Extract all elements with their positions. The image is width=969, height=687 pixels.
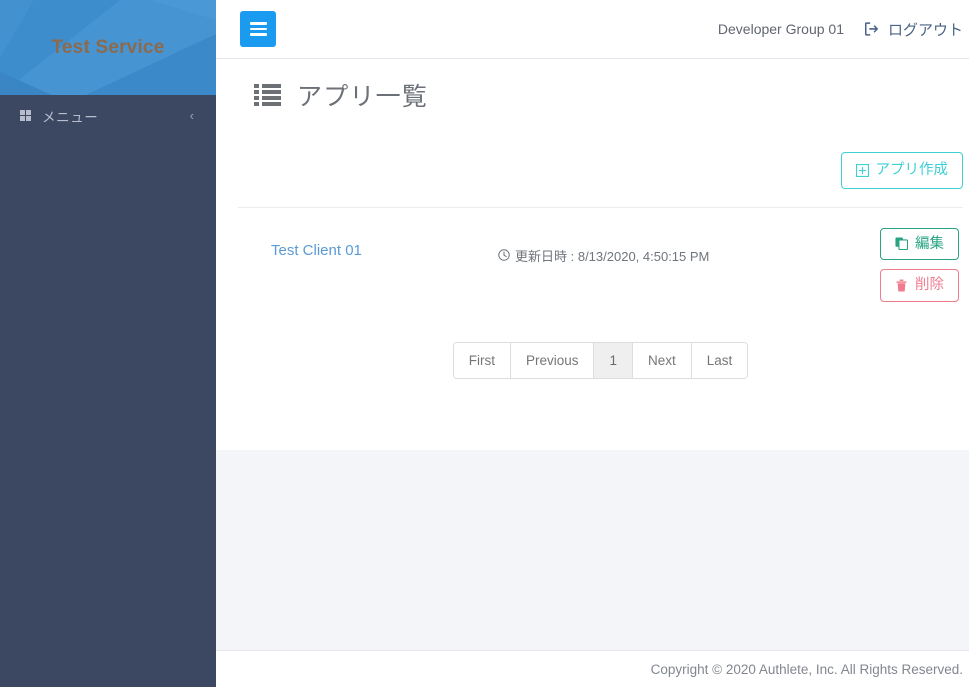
clock-icon <box>498 249 510 261</box>
card-inner: アプリ作成 Test Client 01 更新日時 : 8/13/202 <box>216 130 969 407</box>
plus-square-icon <box>856 164 869 177</box>
copyright-text: Copyright © 2020 Authlete, Inc. All Righ… <box>651 662 963 677</box>
trash-icon <box>895 279 908 292</box>
pagination-current-page[interactable]: 1 <box>594 343 633 379</box>
client-updated-at-label: 更新日時 : 8/13/2020, 4:50:15 PM <box>515 246 709 265</box>
sidebar-menu-header[interactable]: メニュー ‹ <box>0 95 216 136</box>
grid-icon <box>20 110 31 121</box>
edit-button[interactable]: 編集 <box>880 228 959 261</box>
sidebar: Test Service メニュー ‹ <box>0 0 216 687</box>
logout-button[interactable]: ログアウト <box>864 19 963 40</box>
hamburger-icon-bar <box>250 22 267 25</box>
pagination: First Previous 1 Next Last <box>453 342 749 380</box>
navbar-right-group: Developer Group 01 ログアウト <box>718 19 969 40</box>
developer-group-name: Developer Group 01 <box>718 21 844 37</box>
pagination-first[interactable]: First <box>454 343 511 379</box>
toolbar: アプリ作成 <box>238 130 963 207</box>
hamburger-icon-bar <box>250 33 267 36</box>
client-name-link[interactable]: Test Client 01 <box>238 242 484 259</box>
pagination-previous[interactable]: Previous <box>511 343 595 379</box>
footer: Copyright © 2020 Authlete, Inc. All Righ… <box>216 650 969 687</box>
main-area: Developer Group 01 ログアウト <box>216 0 969 687</box>
top-navbar: Developer Group 01 ログアウト <box>216 0 969 59</box>
pagination-next[interactable]: Next <box>633 343 692 379</box>
edit-label: 編集 <box>915 237 944 252</box>
logout-label: ログアウト <box>888 19 963 40</box>
chevron-left-icon[interactable]: ‹ <box>190 109 194 122</box>
content-card: アプリ作成 Test Client 01 更新日時 : 8/13/202 <box>216 130 969 450</box>
brand-title: Test Service <box>52 37 165 59</box>
delete-button[interactable]: 削除 <box>880 269 959 302</box>
delete-label: 削除 <box>915 278 944 293</box>
page-header: アプリ一覧 <box>216 59 969 130</box>
create-app-button[interactable]: アプリ作成 <box>841 152 964 189</box>
copy-icon <box>895 237 908 250</box>
create-app-label: アプリ作成 <box>876 163 949 178</box>
pagination-last[interactable]: Last <box>692 343 748 379</box>
hamburger-icon-bar <box>250 28 267 31</box>
sidebar-menu-label: メニュー <box>42 106 190 126</box>
sidebar-brand[interactable]: Test Service <box>0 0 216 95</box>
list-icon <box>254 84 281 106</box>
row-action-group: 編集 削除 <box>880 228 963 302</box>
app-root: Test Service メニュー ‹ Developer Group 01 <box>0 0 969 687</box>
sidebar-toggle-button[interactable] <box>240 11 276 47</box>
list-item: Test Client 01 更新日時 : 8/13/2020, 4:50:15… <box>238 208 963 330</box>
client-updated-at: 更新日時 : 8/13/2020, 4:50:15 PM <box>484 246 880 265</box>
page-title: アプリ一覧 <box>297 77 428 113</box>
sign-out-icon <box>864 21 880 37</box>
pagination-row: First Previous 1 Next Last <box>238 330 963 408</box>
